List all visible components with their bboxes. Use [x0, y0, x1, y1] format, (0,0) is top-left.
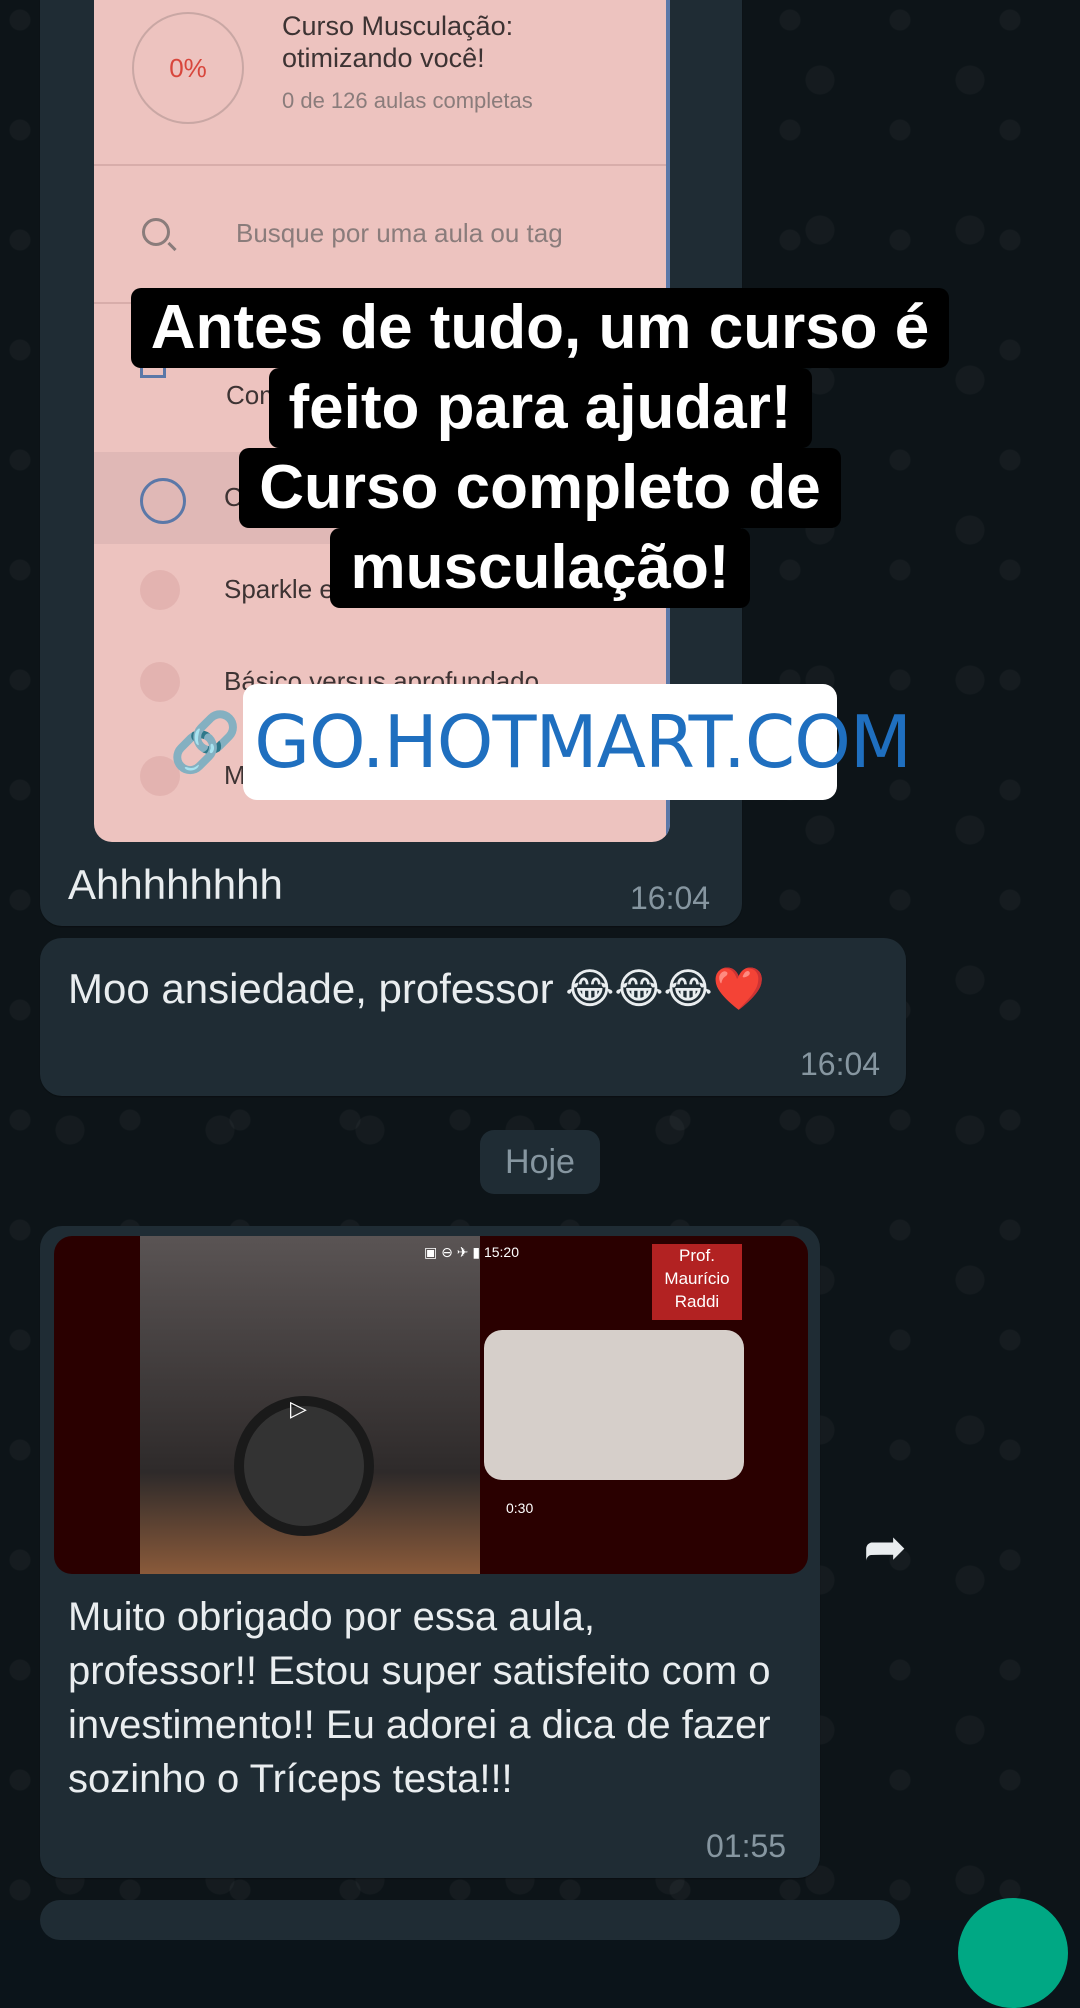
message-text: Moo ansiedade, professor 😂😂😂❤️: [68, 965, 765, 1012]
video-time: 0:30: [506, 1500, 534, 1516]
picture-in-picture: [484, 1330, 744, 1480]
play-icon[interactable]: ▷: [290, 1396, 307, 1422]
message-time: 16:04: [800, 1046, 881, 1082]
professor-badge: Prof. Maurício Raddi: [652, 1244, 742, 1320]
course-title: Curso Musculação: otimizando você!: [282, 11, 514, 73]
link-icon: 🔗: [169, 707, 241, 776]
message-text: Ahhhhhhhh: [68, 861, 283, 908]
link-sticker[interactable]: 🔗 GO.HOTMART.COM: [169, 684, 912, 800]
caption-line: feito para ajudar!: [268, 368, 812, 448]
link-sticker-text: GO.HOTMART.COM: [254, 700, 912, 784]
divider: [94, 164, 670, 166]
caption-line: Curso completo de: [239, 448, 841, 528]
forward-icon[interactable]: ➦: [850, 1519, 920, 1577]
lesson-search-placeholder: Busque por uma aula ou tag: [236, 218, 563, 248]
course-progress-ring: 0%: [132, 12, 244, 124]
action-button[interactable]: [958, 1898, 1068, 2008]
video-thumbnail[interactable]: ▷ ▣ ⊖ ✈ ▮ 15:20 Prof. Maurício Raddi 0:3…: [54, 1236, 808, 1574]
story-caption: Antes de tudo, um curso é feito para aju…: [0, 288, 1080, 608]
day-separator: Hoje: [480, 1130, 600, 1194]
message-text: Muito obrigado por essa aula, professor!…: [68, 1595, 771, 1801]
message-time: 01:55: [706, 1828, 787, 1864]
caption-line: Antes de tudo, um curso é: [130, 288, 950, 368]
search-icon: [142, 218, 170, 246]
next-message-bubble[interactable]: [40, 1900, 900, 1940]
video-statusbar: ▣ ⊖ ✈ ▮ 15:20: [424, 1244, 519, 1260]
text-message-bubble[interactable]: Moo ansiedade, professor 😂😂😂❤️ 16:04: [40, 938, 906, 1096]
course-progress-text: 0 de 126 aulas completas: [282, 88, 533, 113]
message-time: 16:04: [630, 880, 711, 916]
lesson-circle-icon: [140, 662, 180, 702]
caption-line: musculação!: [330, 528, 750, 608]
